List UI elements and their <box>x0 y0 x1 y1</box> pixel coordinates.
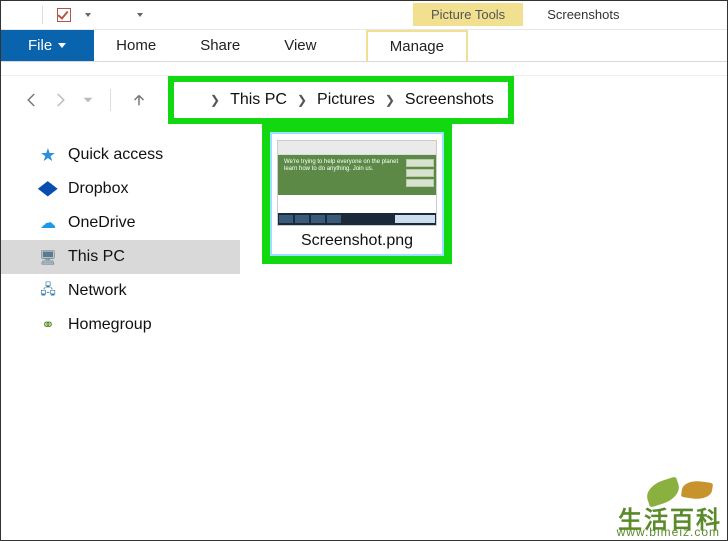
sidebar-item-label: OneDrive <box>68 214 136 232</box>
ribbon-collapse-area <box>0 62 728 76</box>
dropbox-icon <box>38 180 58 198</box>
sidebar-item-quick-access[interactable]: ★ Quick access <box>0 138 240 172</box>
recent-locations-button[interactable] <box>74 86 102 114</box>
properties-icon[interactable] <box>57 8 71 22</box>
thumb-text-line1: We're trying to help everyone on the pla… <box>284 159 398 165</box>
tab-file[interactable]: File <box>0 30 94 61</box>
cloud-icon: ☁ <box>38 214 58 232</box>
navigation-bar: ❯ This PC ❯ Pictures ❯ Screenshots <box>0 76 728 124</box>
monitor-icon: 🖥 <box>38 248 58 266</box>
main-area: ★ Quick access Dropbox ☁ OneDrive 🖥 This… <box>0 124 728 541</box>
tab-manage[interactable]: Manage <box>366 30 468 61</box>
watermark-url-wrap: www.bimeiz.com <box>617 523 720 541</box>
chevron-right-icon[interactable]: ❯ <box>385 93 395 107</box>
file-name[interactable]: Screenshot.png <box>301 226 413 252</box>
up-button[interactable] <box>125 86 153 114</box>
tab-view[interactable]: View <box>262 30 338 61</box>
file-thumbnail: We're trying to help everyone on the pla… <box>277 140 437 226</box>
ribbon-tabs: File Home Share View Manage <box>0 30 728 62</box>
breadcrumb-screenshots[interactable]: Screenshots <box>405 91 494 109</box>
sidebar-item-dropbox[interactable]: Dropbox <box>0 172 240 206</box>
star-icon: ★ <box>38 146 58 164</box>
back-button[interactable] <box>18 86 46 114</box>
sidebar-item-network[interactable]: 🖧 Network <box>0 274 240 308</box>
chevron-down-icon <box>58 43 66 48</box>
tab-file-label: File <box>28 37 52 54</box>
chevron-right-icon[interactable]: ❯ <box>297 93 307 107</box>
sidebar-item-label: This PC <box>68 248 125 266</box>
file-tile[interactable]: We're trying to help everyone on the pla… <box>270 132 444 256</box>
watermark-url: www.bimeiz.com <box>617 525 720 539</box>
file-list[interactable]: We're trying to help everyone on the pla… <box>240 124 728 541</box>
contextual-tab-label: Picture Tools <box>413 3 523 26</box>
breadcrumb-this-pc[interactable]: This PC <box>230 91 287 109</box>
network-icon: 🖧 <box>38 282 58 300</box>
new-folder-icon[interactable] <box>105 8 123 22</box>
breadcrumb-highlight: ❯ This PC ❯ Pictures ❯ Screenshots <box>168 76 514 124</box>
tab-share[interactable]: Share <box>178 30 262 61</box>
file-highlight: We're trying to help everyone on the pla… <box>262 124 452 264</box>
forward-button[interactable] <box>46 86 74 114</box>
breadcrumb-pictures[interactable]: Pictures <box>317 91 375 109</box>
sidebar-item-label: Homegroup <box>68 316 152 334</box>
title-bar: Picture Tools Screenshots <box>0 0 728 30</box>
sidebar-item-label: Dropbox <box>68 180 128 198</box>
customize-qat-icon[interactable] <box>137 13 143 17</box>
contextual-tab-area: Picture Tools Screenshots <box>413 0 619 30</box>
qat-dropdown-icon[interactable] <box>85 13 91 17</box>
qat-divider <box>42 6 43 24</box>
folder-icon <box>180 93 198 107</box>
sidebar-item-homegroup[interactable]: ⚭ Homegroup <box>0 308 240 342</box>
chevron-right-icon[interactable]: ❯ <box>210 93 220 107</box>
window-title: Screenshots <box>547 7 619 22</box>
tab-home[interactable]: Home <box>94 30 178 61</box>
folder-icon[interactable] <box>10 8 28 22</box>
sidebar-item-onedrive[interactable]: ☁ OneDrive <box>0 206 240 240</box>
sidebar-item-label: Network <box>68 282 127 300</box>
thumb-text-line2: learn how to do anything. Join us. <box>284 166 373 172</box>
sidebar-item-this-pc[interactable]: 🖥 This PC <box>0 240 240 274</box>
navigation-pane: ★ Quick access Dropbox ☁ OneDrive 🖥 This… <box>0 124 240 541</box>
quick-access-toolbar <box>0 6 153 24</box>
sidebar-item-label: Quick access <box>68 146 163 164</box>
breadcrumb[interactable]: ❯ This PC ❯ Pictures ❯ Screenshots <box>174 82 508 118</box>
nav-divider <box>110 89 111 111</box>
homegroup-icon: ⚭ <box>38 316 58 334</box>
